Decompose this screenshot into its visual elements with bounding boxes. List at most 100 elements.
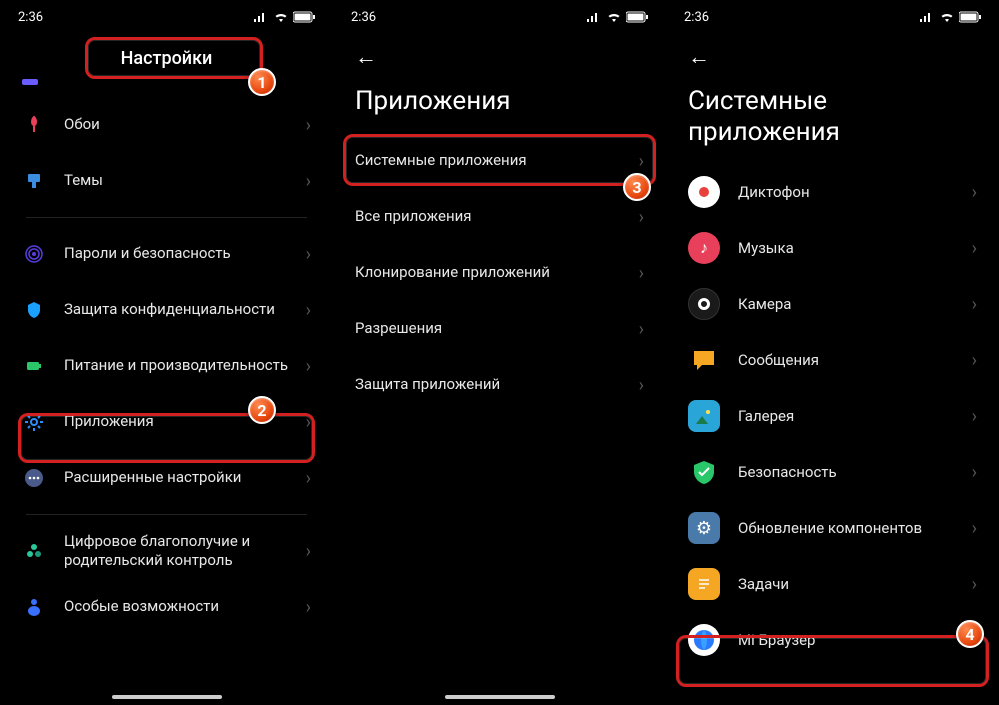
- chevron-right-icon: ›: [306, 171, 311, 192]
- brush-icon: [22, 169, 46, 193]
- recorder-icon: [688, 176, 720, 208]
- updates-icon: ⚙: [688, 512, 720, 544]
- gear-icon: [22, 410, 46, 434]
- sysapp-browser[interactable]: Mi Браузер ›: [670, 612, 995, 668]
- page-title: Системные приложения: [666, 78, 999, 164]
- chevron-right-icon: ›: [972, 406, 977, 427]
- chevron-right-icon: ›: [972, 462, 977, 483]
- chevron-right-icon: ›: [972, 518, 977, 539]
- apps-item-label: Системные приложения: [355, 151, 639, 171]
- sysapp-label: Музыка: [738, 239, 972, 259]
- chevron-right-icon: ›: [972, 574, 977, 595]
- chevron-right-icon: ›: [639, 263, 644, 284]
- chevron-right-icon: ›: [972, 294, 977, 315]
- sysapp-label: Задачи: [738, 575, 972, 595]
- status-time: 2:36: [18, 10, 43, 25]
- chevron-right-icon: ›: [306, 115, 311, 136]
- settings-item-privacy[interactable]: Защита конфиденциальности ›: [4, 282, 329, 338]
- chevron-right-icon: ›: [306, 412, 311, 433]
- gallery-icon: [688, 400, 720, 432]
- settings-item-accessibility[interactable]: Особые возможности ›: [4, 579, 329, 635]
- settings-item-label: Пароли и безопасность: [64, 244, 306, 264]
- sysapp-label: Галерея: [738, 407, 972, 427]
- fingerprint-icon: [22, 242, 46, 266]
- sysapp-label: Безопасность: [738, 463, 972, 483]
- status-bar: 2:36: [333, 0, 666, 30]
- chevron-right-icon: ›: [972, 630, 977, 651]
- shield-icon: [22, 298, 46, 322]
- sysapp-gallery[interactable]: Галерея ›: [670, 388, 995, 444]
- settings-item-themes[interactable]: Темы ›: [4, 153, 329, 209]
- back-button[interactable]: ←: [688, 45, 710, 70]
- chevron-right-icon: ›: [306, 356, 311, 377]
- apps-item-label: Клонирование приложений: [355, 263, 639, 283]
- settings-item-wellbeing[interactable]: Цифровое благополучие и родительский кон…: [4, 523, 329, 579]
- accessibility-icon: [22, 595, 46, 619]
- chevron-right-icon: ›: [639, 319, 644, 340]
- apps-item-system[interactable]: Системные приложения ›: [337, 133, 662, 189]
- status-icons: [253, 11, 315, 23]
- apps-item-permissions[interactable]: Разрешения ›: [337, 301, 662, 357]
- chevron-right-icon: ›: [306, 468, 311, 489]
- settings-item-advanced[interactable]: Расширенные настройки ›: [4, 450, 329, 506]
- sysapp-label: Камера: [738, 295, 972, 315]
- apps-item-all[interactable]: Все приложения ›: [337, 189, 662, 245]
- apps-item-clone[interactable]: Клонирование приложений ›: [337, 245, 662, 301]
- chevron-right-icon: ›: [639, 207, 644, 228]
- truncated-item-icon: [22, 78, 38, 86]
- chevron-right-icon: ›: [972, 238, 977, 259]
- settings-item-label: Расширенные настройки: [64, 468, 306, 488]
- divider: [26, 217, 307, 218]
- sysapp-camera[interactable]: Камера ›: [670, 276, 995, 332]
- divider: [26, 514, 307, 515]
- chevron-right-icon: ›: [639, 375, 644, 396]
- chevron-right-icon: ›: [306, 244, 311, 265]
- battery-icon: [22, 354, 46, 378]
- sysapp-messages[interactable]: Сообщения ›: [670, 332, 995, 388]
- status-time: 2:36: [684, 10, 709, 25]
- panel-system-apps: 2:36 ← Системные приложения Диктофон › ♪…: [666, 0, 999, 705]
- status-bar: 2:36: [666, 0, 999, 30]
- wellbeing-icon: [22, 539, 46, 563]
- sysapp-tasks[interactable]: Задачи ›: [670, 556, 995, 612]
- sysapp-label: Диктофон: [738, 183, 972, 203]
- settings-item-battery[interactable]: Питание и производительность ›: [4, 338, 329, 394]
- music-icon: ♪: [688, 232, 720, 264]
- browser-icon: [688, 624, 720, 656]
- settings-item-apps[interactable]: Приложения ›: [4, 394, 329, 450]
- chevron-right-icon: ›: [972, 350, 977, 371]
- home-indicator[interactable]: [445, 695, 555, 699]
- panel-apps: 2:36 ← Приложения Системные приложения ›…: [333, 0, 666, 705]
- status-icons: [586, 11, 648, 23]
- panel-settings: 2:36 Настройки Обои › Темы › Пароли и бе…: [0, 0, 333, 705]
- messages-icon: [688, 344, 720, 376]
- back-button[interactable]: ←: [355, 45, 377, 70]
- settings-item-wallpaper[interactable]: Обои ›: [4, 97, 329, 153]
- chevron-right-icon: ›: [639, 151, 644, 172]
- sysapp-label: Сообщения: [738, 351, 972, 371]
- tasks-icon: [688, 568, 720, 600]
- camera-icon: [688, 288, 720, 320]
- tulip-icon: [22, 113, 46, 137]
- sysapp-label: Mi Браузер: [738, 631, 972, 651]
- settings-item-security[interactable]: Пароли и безопасность ›: [4, 226, 329, 282]
- status-bar: 2:36: [0, 0, 333, 30]
- page-title: Настройки: [0, 30, 333, 83]
- apps-item-label: Защита приложений: [355, 375, 639, 395]
- home-indicator[interactable]: [112, 695, 222, 699]
- apps-item-label: Разрешения: [355, 319, 639, 339]
- settings-item-label: Защита конфиденциальности: [64, 300, 306, 320]
- settings-item-label: Обои: [64, 115, 306, 135]
- settings-item-label: Приложения: [64, 412, 306, 432]
- settings-item-label: Питание и производительность: [64, 356, 306, 376]
- chevron-right-icon: ›: [306, 300, 311, 321]
- sysapp-music[interactable]: ♪ Музыка ›: [670, 220, 995, 276]
- settings-item-label: Темы: [64, 171, 306, 191]
- chevron-right-icon: ›: [306, 541, 311, 562]
- status-time: 2:36: [351, 10, 376, 25]
- page-title: Приложения: [333, 78, 666, 133]
- apps-item-protection[interactable]: Защита приложений ›: [337, 357, 662, 413]
- sysapp-updates[interactable]: ⚙ Обновление компонентов ›: [670, 500, 995, 556]
- sysapp-recorder[interactable]: Диктофон ›: [670, 164, 995, 220]
- sysapp-security[interactable]: Безопасность ›: [670, 444, 995, 500]
